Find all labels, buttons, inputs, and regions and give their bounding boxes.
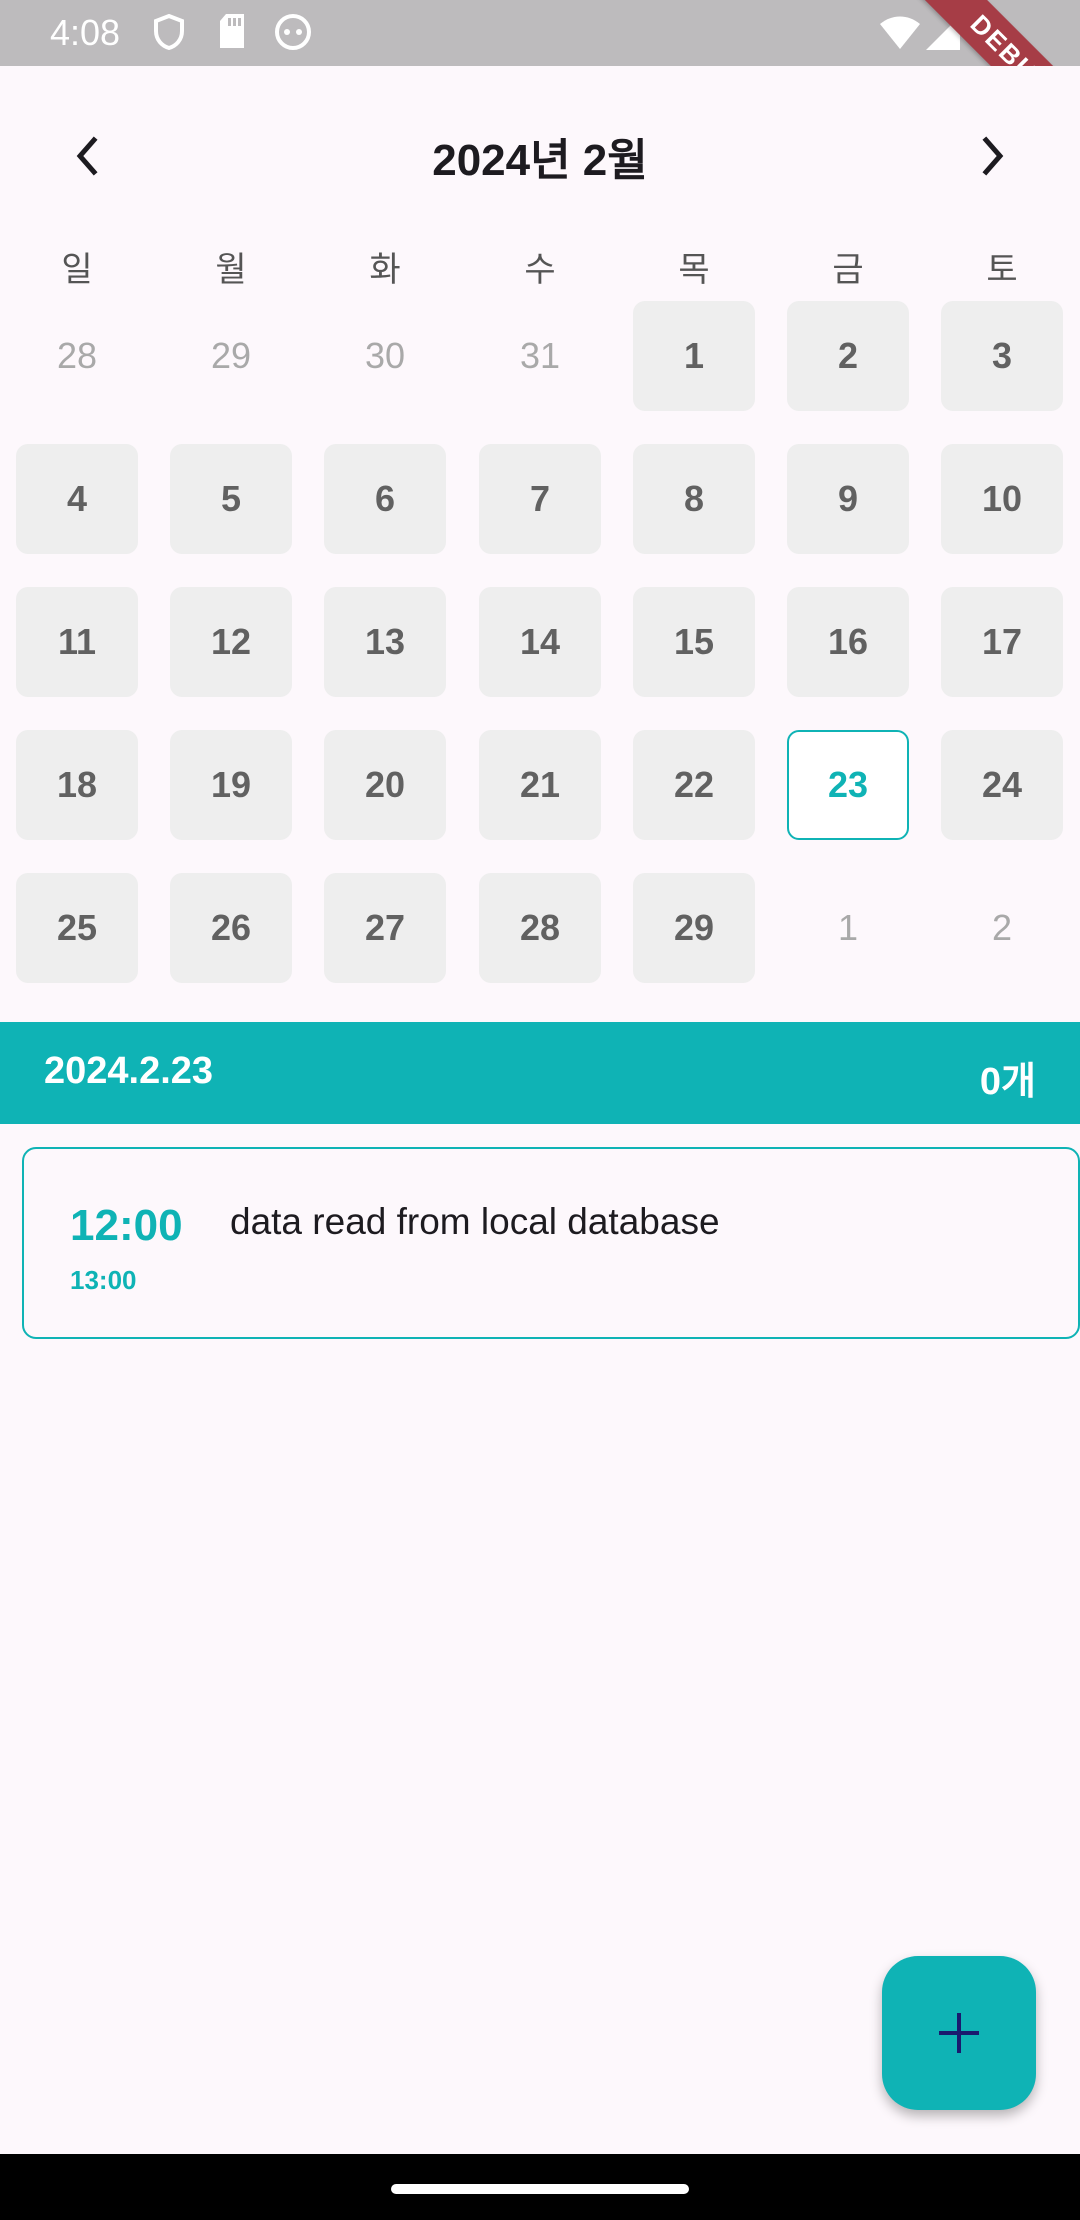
shield-icon — [154, 14, 184, 50]
calendar-day[interactable]: 6 — [324, 444, 446, 554]
calendar-day[interactable]: 27 — [324, 873, 446, 983]
calendar-day[interactable]: 7 — [479, 444, 601, 554]
wifi-icon — [880, 16, 920, 49]
calendar-day[interactable]: 16 — [787, 587, 909, 697]
plus-icon — [939, 2013, 979, 2053]
calendar-day[interactable]: 2 — [787, 301, 909, 411]
calendar-day[interactable]: 2 — [941, 873, 1063, 983]
calendar-day[interactable]: 25 — [16, 873, 138, 983]
calendar-day[interactable]: 11 — [16, 587, 138, 697]
selected-date-banner: 2024.2.23 0개 — [0, 1022, 1080, 1124]
calendar-day[interactable]: 29 — [633, 873, 755, 983]
status-bar: 4:08 DEBUG — [0, 0, 1080, 164]
home-indicator[interactable] — [391, 2184, 689, 2194]
status-time: 4:08 — [50, 12, 121, 53]
calendar-day[interactable]: 9 — [787, 444, 909, 554]
calendar-day[interactable]: 12 — [170, 587, 292, 697]
calendar-day[interactable]: 8 — [633, 444, 755, 554]
calendar-day[interactable]: 13 — [324, 587, 446, 697]
calendar-day[interactable]: 18 — [16, 730, 138, 840]
calendar-day[interactable]: 1 — [633, 301, 755, 411]
schedule-card[interactable]: 12:00 13:00 data read from local databas… — [22, 1147, 1080, 1339]
calendar-day[interactable]: 30 — [324, 301, 446, 411]
schedule-content: data read from local database — [230, 1201, 720, 1242]
calendar-day[interactable]: 14 — [479, 587, 601, 697]
calendar-day[interactable]: 1 — [787, 873, 909, 983]
add-schedule-button[interactable] — [882, 1956, 1036, 2110]
schedule-start-time: 12:00 — [70, 1201, 183, 1250]
calendar-header: 2024년 2월 — [0, 66, 1080, 242]
calendar-day[interactable]: 3 — [941, 301, 1063, 411]
chevron-right-icon — [982, 136, 1004, 176]
calendar-day[interactable]: 20 — [324, 730, 446, 840]
app-screen: 2024년 2월 일 월 화 수 목 금 토 28 29 30 31 1 2 3 4 5 6 7 8 9… — [0, 66, 1080, 2154]
calendar-day[interactable]: 21 — [479, 730, 601, 840]
schedule-end-time: 13:00 — [70, 1265, 137, 1295]
calendar-day[interactable]: 28 — [479, 873, 601, 983]
weekday-label: 화 — [369, 251, 401, 289]
weekday-label: 수 — [524, 251, 556, 289]
weekday-row: 일 월 화 수 목 금 토 — [0, 242, 1080, 306]
month-title: 2024년 2월 — [432, 136, 648, 185]
calendar-day[interactable]: 28 — [16, 301, 138, 411]
calendar-day[interactable]: 5 — [170, 444, 292, 554]
calendar-day[interactable]: 10 — [941, 444, 1063, 554]
calendar-day[interactable]: 19 — [170, 730, 292, 840]
weekday-label: 월 — [215, 251, 247, 289]
sd-card-icon — [220, 14, 244, 48]
weekday-label: 일 — [61, 251, 93, 289]
calendar-day[interactable]: 31 — [479, 301, 601, 411]
weekday-label: 토 — [986, 251, 1018, 289]
schedule-count: 0개 — [979, 1061, 1036, 1103]
calendar-day[interactable]: 29 — [170, 301, 292, 411]
calendar-day[interactable]: 24 — [941, 730, 1063, 840]
calendar-day[interactable]: 17 — [941, 587, 1063, 697]
calendar-day[interactable]: 15 — [633, 587, 755, 697]
calendar-day[interactable]: 26 — [170, 873, 292, 983]
next-month-button[interactable] — [963, 126, 1023, 186]
calendar-day[interactable]: 4 — [16, 444, 138, 554]
weekday-label: 금 — [832, 251, 864, 289]
selected-date: 2024.2.23 — [44, 1050, 214, 1092]
calendar-day[interactable]: 22 — [633, 730, 755, 840]
calendar-day-selected[interactable]: 23 — [787, 730, 909, 840]
weekday-label: 목 — [678, 251, 710, 289]
android-debug-icon — [275, 14, 311, 50]
